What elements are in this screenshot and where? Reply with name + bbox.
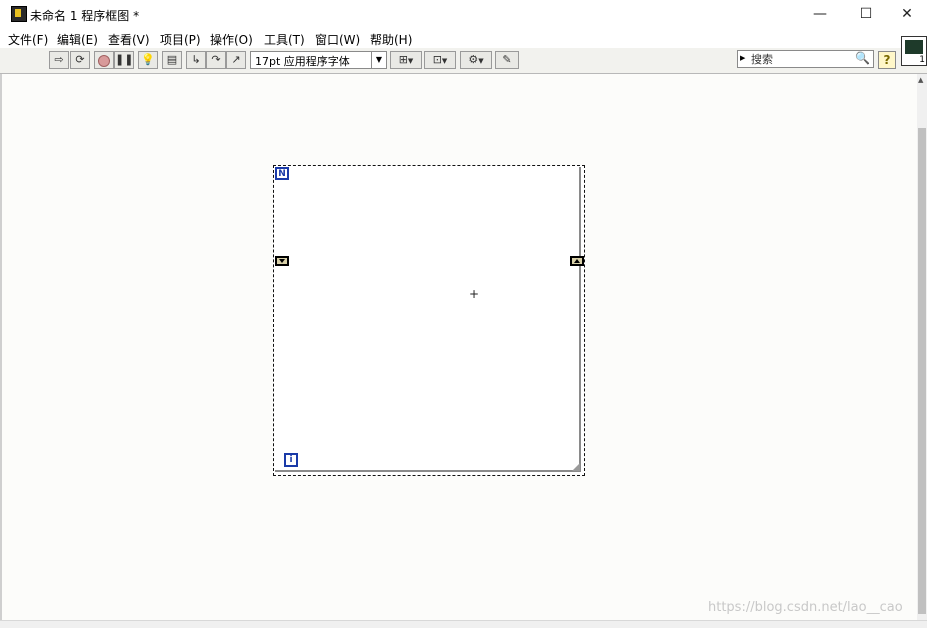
maximize-button[interactable]: ☐ (843, 0, 889, 28)
vi-icon-number: 1 (919, 55, 925, 65)
for-loop-frame (275, 167, 581, 472)
step-into-icon[interactable]: ↳ (186, 51, 206, 69)
for-loop-structure[interactable]: N i (273, 165, 585, 476)
iteration-terminal[interactable]: i (284, 453, 298, 467)
count-terminal[interactable]: N (275, 167, 289, 180)
step-out-icon[interactable]: ↗ (226, 51, 246, 69)
align-objects-icon[interactable]: ⊞▼ (390, 51, 422, 69)
abort-icon[interactable] (94, 51, 114, 69)
menu-project[interactable]: 项目(P) (160, 31, 201, 48)
run-arrow-icon[interactable]: ⇨ (49, 51, 69, 69)
pause-icon[interactable]: ❚❚ (114, 51, 134, 69)
labview-app-icon (11, 6, 27, 22)
menu-edit[interactable]: 编辑(E) (57, 31, 98, 48)
scroll-up-icon[interactable]: ▲ (918, 76, 923, 84)
retain-wire-values-icon[interactable]: ▤ (162, 51, 182, 69)
context-help-button[interactable]: ? (878, 51, 896, 69)
vi-icon[interactable]: 1 (901, 36, 927, 66)
menu-file[interactable]: 文件(F) (8, 31, 48, 48)
vertical-scrollbar[interactable]: ▲ (917, 74, 927, 620)
canvas-left-edge (0, 74, 2, 620)
close-button[interactable]: ✕ (884, 0, 927, 28)
window-title: 未命名 1 程序框图 * (30, 9, 140, 23)
font-select-value: 17pt 应用程序字体 (255, 55, 350, 68)
search-icon[interactable]: 🔍 (855, 51, 870, 65)
highlight-execution-icon[interactable]: 💡 (138, 51, 158, 69)
run-continuously-icon[interactable]: ⟳ (70, 51, 90, 69)
search-box[interactable]: ▶ 🔍 (737, 50, 874, 68)
toolbar: ⇨ ⟳ ❚❚ 💡 ▤ ↳ ↷ ↗ 17pt 应用程序字体 ▼ ⊞▼ ⊡▼ ⚙▼ … (0, 48, 927, 74)
watermark: https://blog.csdn.net/lao__cao (708, 600, 903, 615)
minimize-button[interactable]: — (797, 0, 843, 28)
menu-help[interactable]: 帮助(H) (370, 31, 412, 48)
cleanup-diagram-icon[interactable]: ✎ (495, 51, 519, 69)
search-options-icon[interactable]: ▶ (740, 54, 745, 62)
step-over-icon[interactable]: ↷ (206, 51, 226, 69)
menu-tools[interactable]: 工具(T) (264, 31, 305, 48)
menu-window[interactable]: 窗口(W) (315, 31, 360, 48)
menu-view[interactable]: 查看(V) (108, 31, 150, 48)
resize-handle[interactable] (572, 463, 580, 471)
title-bar: 未命名 1 程序框图 * — ☐ ✕ (0, 0, 927, 28)
font-select[interactable]: 17pt 应用程序字体 ▼ (250, 51, 387, 69)
crosshair-cursor-icon: + (469, 287, 480, 301)
vertical-scroll-thumb[interactable] (918, 128, 926, 614)
distribute-objects-icon[interactable]: ⊡▼ (424, 51, 456, 69)
reorder-icon[interactable]: ⚙▼ (460, 51, 492, 69)
search-input[interactable] (751, 52, 851, 66)
menu-bar: 文件(F) 编辑(E) 查看(V) 项目(P) 操作(O) 工具(T) 窗口(W… (0, 28, 927, 49)
shift-register-right[interactable] (570, 256, 584, 266)
vi-icon-graphic (905, 40, 923, 54)
shift-register-left[interactable] (275, 256, 289, 266)
chevron-down-icon: ▼ (371, 52, 386, 68)
menu-operate[interactable]: 操作(O) (210, 31, 253, 48)
